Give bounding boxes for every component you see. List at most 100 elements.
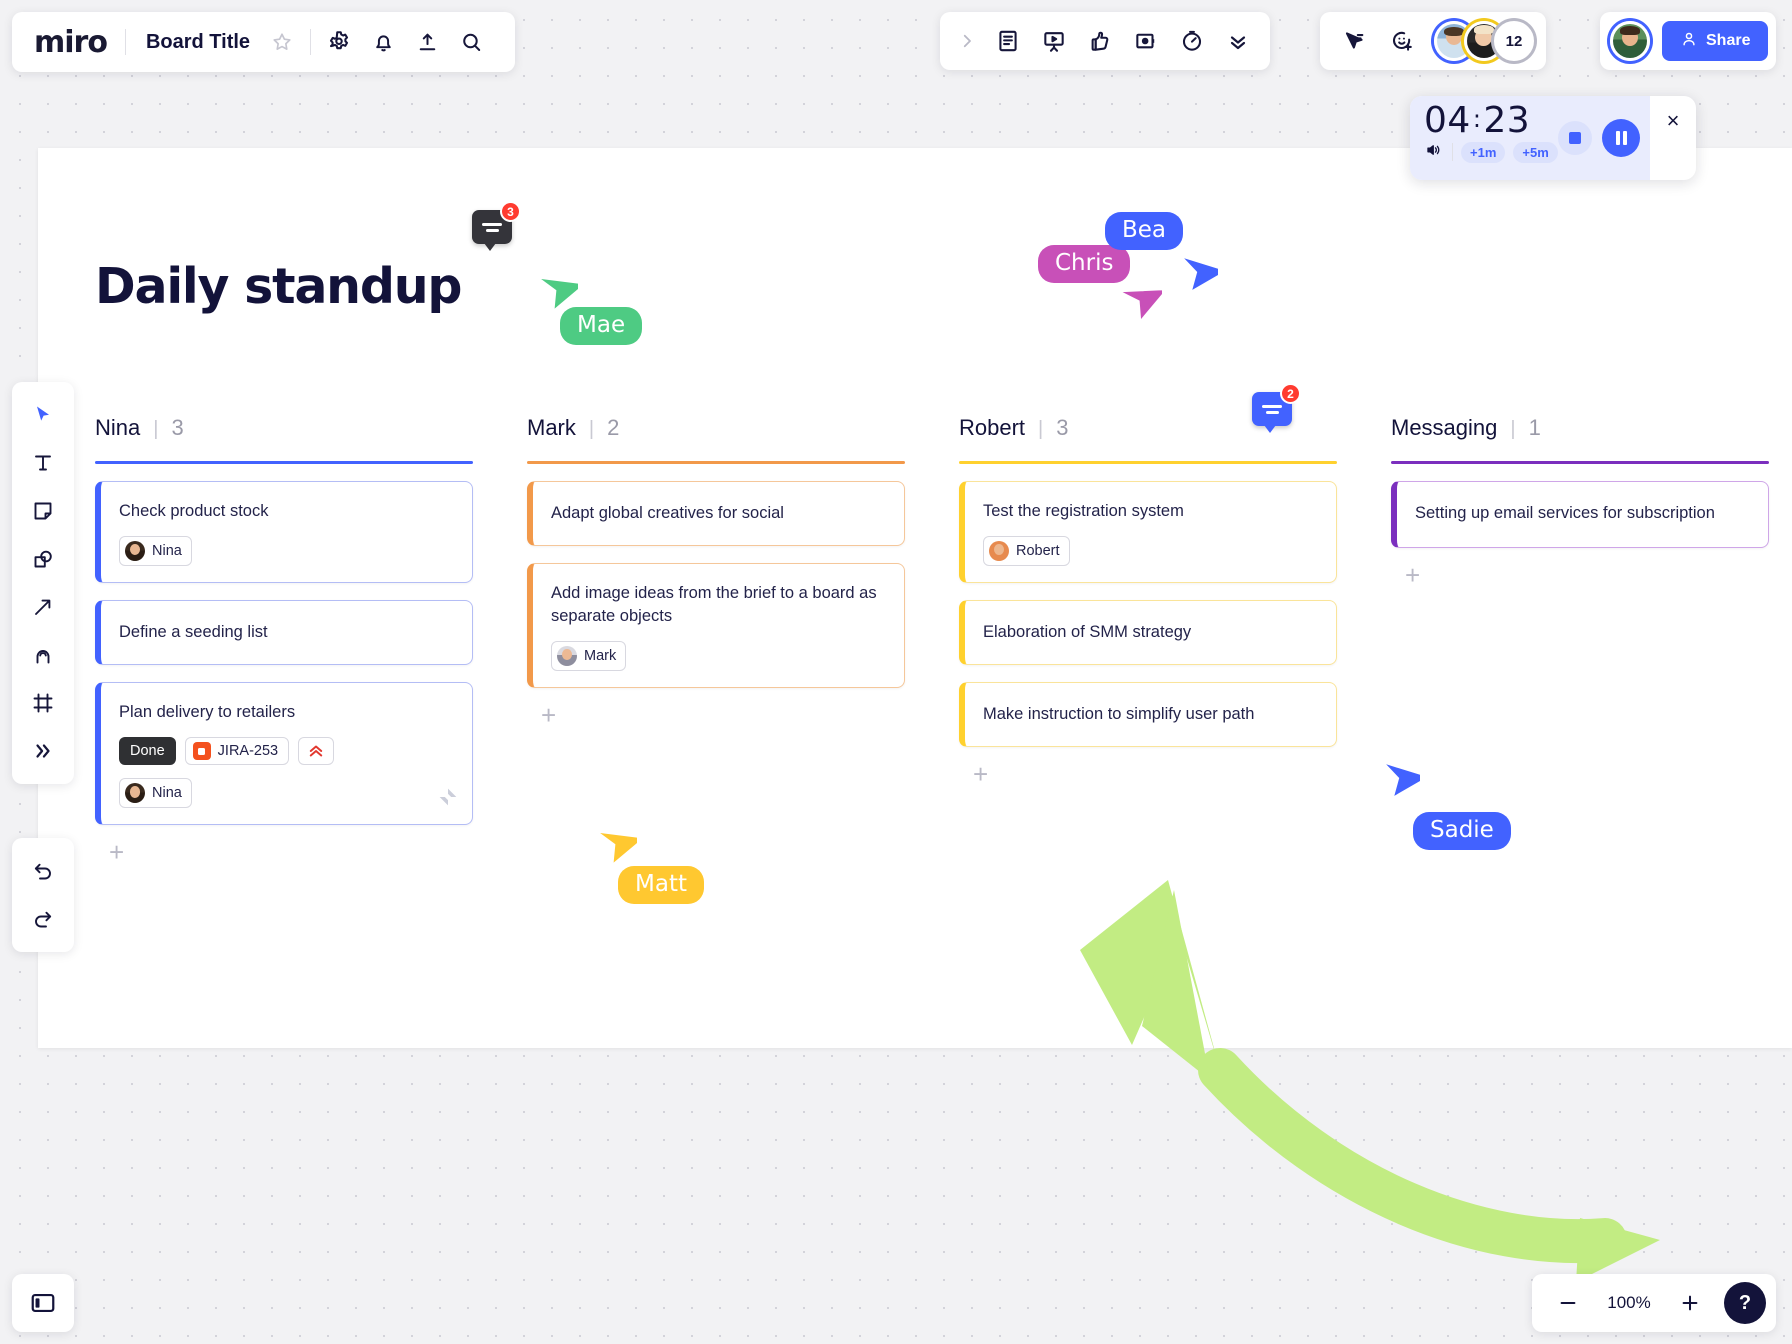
share-bar: Share	[1600, 12, 1777, 70]
add-reaction-icon[interactable]	[1380, 19, 1424, 63]
shapes-tool[interactable]	[20, 536, 66, 582]
column-rule	[959, 461, 1337, 464]
gear-icon[interactable]	[317, 20, 361, 64]
card[interactable]: Make instruction to simplify user path	[959, 682, 1337, 748]
column-count: 3	[1056, 415, 1069, 440]
bell-icon[interactable]	[361, 20, 405, 64]
star-icon[interactable]	[260, 20, 304, 64]
cursor-pointer-chris	[1122, 282, 1166, 333]
card[interactable]: Test the registration system Robert	[959, 481, 1337, 584]
column-title: Nina	[95, 415, 141, 440]
divider	[310, 29, 312, 55]
jira-icon	[192, 742, 211, 761]
connector-arrow-tool[interactable]	[20, 584, 66, 630]
assignee-chip[interactable]: Nina	[119, 778, 192, 809]
timer-pause-button[interactable]	[1602, 119, 1640, 157]
column-mark: Mark | 2 Adapt global creatives for soci…	[527, 415, 905, 729]
column-rule	[527, 461, 905, 464]
comment-bubble-dark[interactable]: 3	[472, 201, 521, 251]
redo-icon[interactable]	[20, 896, 66, 942]
card[interactable]: Elaboration of SMM strategy	[959, 600, 1337, 666]
add-card-button[interactable]: +	[1405, 562, 1420, 588]
column-messaging: Messaging | 1 Setting up email services …	[1391, 415, 1769, 589]
card[interactable]: Plan delivery to retailers Done JIRA-253	[95, 682, 473, 826]
assignee-name: Nina	[152, 785, 182, 802]
card-title: Adapt global creatives for social	[551, 504, 784, 522]
priority-highest-icon[interactable]	[298, 737, 335, 766]
bubble-line	[1262, 404, 1282, 408]
select-tool[interactable]	[20, 392, 66, 438]
card[interactable]: Setting up email services for subscripti…	[1391, 481, 1769, 549]
share-button[interactable]: Share	[1662, 21, 1769, 61]
column-nina: Nina | 3 Check product stock Nina Define…	[95, 415, 473, 866]
timer-widget: 04:23 +1m +5m ×	[1410, 96, 1696, 180]
card-title: Check product stock	[119, 502, 269, 520]
help-button[interactable]: ?	[1724, 1282, 1766, 1324]
miro-logo[interactable]: miro	[34, 25, 125, 60]
cursor-share-icon[interactable]	[1332, 19, 1376, 63]
assignee-name: Mark	[584, 648, 617, 665]
chevrons-down-icon[interactable]	[1216, 19, 1260, 63]
sticky-note-tool[interactable]	[20, 488, 66, 534]
card[interactable]: Check product stock Nina	[95, 481, 473, 584]
upload-icon[interactable]	[405, 20, 449, 64]
timer-seconds: 23	[1483, 100, 1531, 141]
volume-icon[interactable]	[1424, 141, 1444, 164]
zoom-in-button[interactable]	[1668, 1281, 1712, 1325]
assignee-chip[interactable]: Mark	[551, 641, 627, 672]
search-icon[interactable]	[449, 20, 493, 64]
timer-icon[interactable]	[1170, 19, 1214, 63]
chevron-right-icon[interactable]	[950, 19, 984, 63]
zoom-level[interactable]: 100%	[1598, 1293, 1660, 1313]
cursor-label-chris: Chris	[1038, 245, 1131, 283]
add-card-button[interactable]: +	[109, 839, 124, 865]
frame-tool[interactable]	[20, 680, 66, 726]
card[interactable]: Add image ideas from the brief to a boar…	[527, 563, 905, 689]
assignee-chip[interactable]: Nina	[119, 536, 192, 567]
column-title: Messaging	[1391, 415, 1498, 440]
current-user-avatar[interactable]	[1610, 21, 1650, 61]
status-badge[interactable]: Done	[119, 737, 176, 766]
column-title: Mark	[527, 415, 576, 440]
column-count: 1	[1528, 415, 1541, 440]
timer-body: 04:23 +1m +5m	[1410, 96, 1650, 180]
assignee-name: Nina	[152, 543, 182, 560]
cursor-label-matt: Matt	[618, 866, 704, 904]
column-count: 3	[171, 415, 184, 440]
presentation-icon[interactable]	[1032, 19, 1076, 63]
tool-rail	[12, 382, 74, 784]
timer-stop-button[interactable]	[1558, 121, 1592, 155]
add-card-button[interactable]: +	[541, 702, 556, 728]
column-header: Robert | 3	[959, 415, 1337, 441]
card[interactable]: Adapt global creatives for social	[527, 481, 905, 547]
board-title[interactable]: Board Title	[126, 31, 260, 54]
card[interactable]: Define a seeding list	[95, 600, 473, 666]
text-tool[interactable]	[20, 440, 66, 486]
avatar	[125, 541, 145, 562]
more-tools-button[interactable]	[20, 728, 66, 774]
avatar-overflow-count[interactable]: 12	[1494, 21, 1534, 61]
card-title: Add image ideas from the brief to a boar…	[551, 584, 877, 626]
card-icon[interactable]	[1124, 19, 1168, 63]
column-title: Robert	[959, 415, 1026, 440]
sidebar-toggle-button[interactable]	[12, 1274, 74, 1332]
avatar	[989, 541, 1009, 562]
column-separator: |	[1510, 418, 1516, 440]
column-separator: |	[153, 418, 159, 440]
undo-icon[interactable]	[20, 848, 66, 894]
add-card-button[interactable]: +	[973, 761, 988, 787]
card-title: Test the registration system	[983, 502, 1184, 520]
assignee-chip[interactable]: Robert	[983, 536, 1070, 567]
add-one-minute-button[interactable]: +1m	[1461, 141, 1506, 163]
thumbs-up-icon[interactable]	[1078, 19, 1122, 63]
avatar-stack[interactable]: 12	[1434, 21, 1534, 61]
timer-close-button[interactable]: ×	[1650, 96, 1696, 180]
document-icon[interactable]	[986, 19, 1030, 63]
column-count: 2	[607, 415, 620, 440]
column-header: Messaging | 1	[1391, 415, 1769, 441]
page-title: Daily standup	[95, 258, 463, 315]
zoom-out-button[interactable]	[1546, 1281, 1590, 1325]
pen-tool[interactable]	[20, 632, 66, 678]
jira-ticket-chip[interactable]: JIRA-253	[184, 737, 290, 766]
add-five-minutes-button[interactable]: +5m	[1513, 141, 1558, 163]
